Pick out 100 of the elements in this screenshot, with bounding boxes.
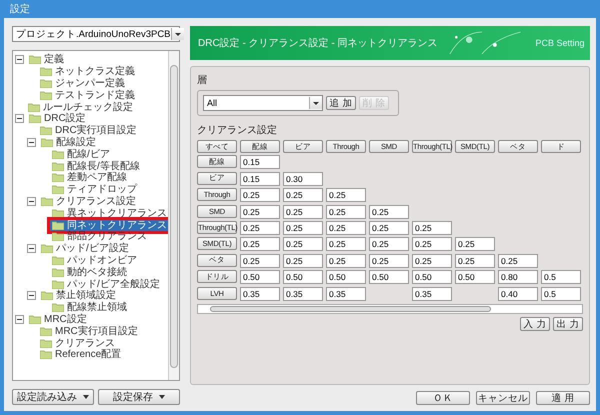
tree-item[interactable]: クリアランス設定: [39, 196, 138, 207]
folder-icon: [40, 338, 52, 348]
value-field[interactable]: 0.25: [240, 220, 280, 235]
value-field[interactable]: 0.5: [541, 286, 581, 301]
value-field[interactable]: 0.25: [326, 254, 366, 268]
value-field[interactable]: 0.25: [283, 188, 323, 202]
menu-button[interactable]: 設定読み込み: [12, 389, 94, 405]
folder-icon: [52, 150, 64, 159]
tree-item[interactable]: 配線禁止領域: [50, 302, 129, 314]
value-field[interactable]: 0.25: [498, 254, 538, 268]
layer-button[interactable]: 追 加: [326, 96, 356, 110]
value-field[interactable]: 0.40: [498, 286, 538, 301]
tree-item[interactable]: ジャンパー定義: [38, 78, 127, 89]
tree-item[interactable]: Reference配置: [38, 349, 124, 360]
tree-item[interactable]: DRC設定: [27, 113, 88, 124]
collapse-toggle-icon[interactable]: [27, 196, 36, 206]
folder-icon: [52, 303, 64, 312]
dialog-button[interactable]: キャンセル: [476, 391, 530, 405]
tree-item[interactable]: 禁止領域設定: [39, 290, 118, 302]
tree-item[interactable]: 配線長/等長配線: [50, 160, 142, 172]
value-field[interactable]: 0.25: [240, 188, 280, 202]
value-field[interactable]: 0.30: [283, 172, 323, 186]
collapse-toggle-icon[interactable]: [27, 291, 36, 300]
value-field[interactable]: 0.25: [326, 237, 366, 252]
tree-item[interactable]: テストランド定義: [38, 90, 137, 101]
value-field[interactable]: 0.35: [283, 286, 323, 301]
value-field[interactable]: 0.5: [541, 270, 581, 284]
collapse-toggle-icon[interactable]: [27, 244, 36, 254]
value-field[interactable]: 0.25: [455, 254, 495, 268]
tree-item[interactable]: クリアランス: [38, 338, 117, 349]
tree-item[interactable]: 定義: [27, 54, 66, 66]
tree-item[interactable]: 配線/ビア: [50, 148, 112, 160]
tree-item[interactable]: MRC実行項目設定: [38, 326, 140, 337]
value-field[interactable]: 0.25: [455, 237, 495, 252]
tree-item[interactable]: ティアドロップ: [50, 184, 139, 196]
value-field[interactable]: 0.25: [369, 220, 409, 235]
io-button[interactable]: 出 力: [553, 316, 583, 331]
folder-icon: [41, 196, 53, 206]
folder-icon: [52, 162, 64, 171]
tree-item[interactable]: DRC実行項目設定: [38, 125, 139, 136]
value-field[interactable]: 0.25: [412, 254, 452, 268]
caret-icon: [159, 395, 165, 399]
tree-item[interactable]: 動的ベタ接続: [50, 266, 129, 278]
value-field[interactable]: 0.80: [498, 270, 538, 284]
value-field[interactable]: 0.25: [326, 188, 366, 202]
tree-item[interactable]: 部品クリアランス: [50, 231, 149, 242]
layer-dropdown[interactable]: All: [203, 95, 323, 111]
value-field[interactable]: 0.25: [369, 254, 409, 268]
collapse-toggle-icon[interactable]: [15, 314, 24, 324]
value-field[interactable]: 0.50: [412, 270, 452, 284]
value-field[interactable]: 0.25: [240, 204, 280, 219]
value-field[interactable]: 0.25: [369, 237, 409, 252]
tree-item[interactable]: 差動ペア配線: [50, 172, 129, 184]
folder-icon: [29, 55, 41, 64]
tree-item[interactable]: MRC設定: [27, 314, 89, 325]
value-field[interactable]: 0.15: [240, 172, 280, 186]
brand-label: PCB Setting: [535, 38, 584, 48]
horizontal-scrollbar[interactable]: [197, 304, 583, 314]
tree-item[interactable]: パッド/ビア設定: [39, 243, 131, 254]
value-field[interactable]: 0.25: [412, 237, 452, 252]
value-field[interactable]: 0.50: [455, 270, 495, 284]
value-field[interactable]: 0.25: [369, 204, 409, 219]
value-field[interactable]: 0.25: [412, 220, 452, 235]
dialog-button[interactable]: 適 用: [536, 391, 590, 405]
collapse-toggle-icon[interactable]: [15, 114, 24, 124]
tree-item[interactable]: パッドオンビア: [50, 254, 139, 266]
folder-icon: [52, 256, 64, 265]
folder-icon: [41, 244, 53, 254]
folder-icon: [29, 314, 41, 324]
value-field[interactable]: 0.35: [412, 286, 452, 301]
value-field[interactable]: 0.35: [326, 286, 366, 301]
value-field[interactable]: 0.25: [326, 220, 366, 235]
tree-item[interactable]: パッド/ビア全般設定: [50, 278, 162, 290]
folder-icon: [40, 78, 52, 88]
io-button[interactable]: 入 力: [520, 316, 550, 331]
value-field[interactable]: 0.50: [240, 270, 280, 284]
vertical-scrollbar[interactable]: [168, 51, 179, 380]
value-field[interactable]: 0.25: [283, 254, 323, 268]
tree-item[interactable]: 配線設定: [39, 136, 98, 148]
page-title: DRC設定 - クリアランス設定 - 同ネットクリアランス: [198, 36, 438, 50]
dialog-button[interactable]: ＯＫ: [416, 391, 470, 405]
collapse-toggle-icon[interactable]: [15, 55, 24, 64]
value-field[interactable]: 0.50: [369, 270, 409, 284]
layer-label: 層: [197, 74, 208, 87]
value-field[interactable]: 0.15: [240, 155, 280, 170]
value-field[interactable]: 0.50: [326, 270, 366, 284]
tree-item[interactable]: ルールチェック設定: [26, 102, 135, 113]
value-field[interactable]: 0.25: [240, 237, 280, 252]
value-field[interactable]: 0.25: [283, 220, 323, 235]
tree-item[interactable]: ネットクラス定義: [38, 66, 137, 78]
value-field[interactable]: 0.25: [326, 204, 366, 219]
menu-button[interactable]: 設定保存: [98, 389, 180, 405]
value-field[interactable]: 0.25: [240, 254, 280, 268]
collapse-toggle-icon[interactable]: [27, 138, 36, 147]
folder-icon: [52, 173, 64, 182]
value-field[interactable]: 0.35: [240, 286, 280, 301]
value-field[interactable]: 0.50: [283, 270, 323, 284]
value-field[interactable]: 0.25: [283, 204, 323, 219]
value-field[interactable]: 0.25: [283, 237, 323, 252]
tree-item[interactable]: 同ネットクリアランス: [50, 220, 168, 231]
